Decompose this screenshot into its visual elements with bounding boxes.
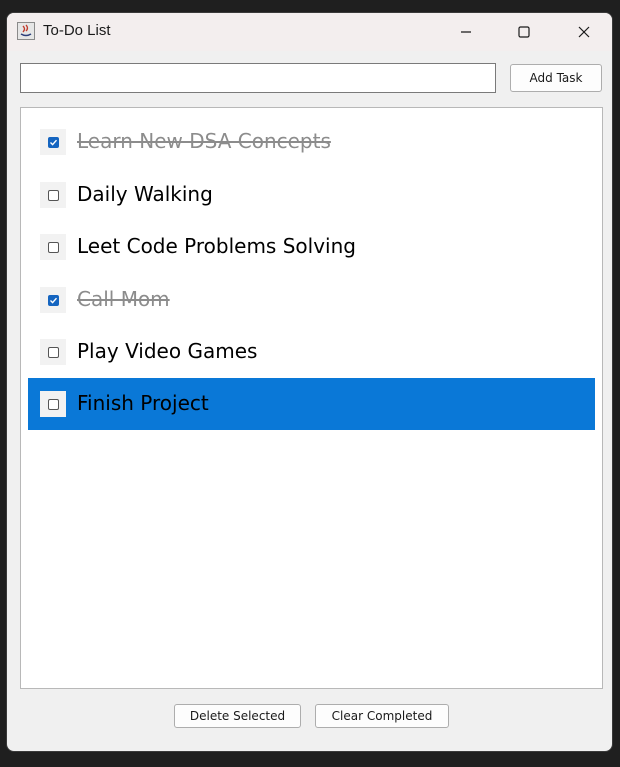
task-label: Daily Walking [77, 182, 213, 206]
close-icon [578, 26, 590, 38]
checkbox-checked-icon [47, 136, 59, 148]
minimize-button[interactable] [443, 13, 489, 51]
task-label: Call Mom [77, 287, 170, 311]
task-checkbox[interactable] [40, 339, 66, 365]
task-checkbox[interactable] [40, 391, 66, 417]
task-label: Finish Project [77, 391, 209, 415]
minimize-icon [461, 31, 471, 33]
title-bar[interactable]: To-Do List [7, 13, 612, 51]
todo-window: To-Do List Add Task Learn New DSA Concep… [6, 12, 613, 752]
task-label: Leet Code Problems Solving [77, 234, 356, 258]
checkbox-unchecked-icon [47, 241, 59, 253]
checkbox-unchecked-icon [47, 346, 59, 358]
task-item-selected[interactable]: Finish Project [28, 378, 595, 430]
maximize-button[interactable] [501, 13, 547, 51]
task-checkbox[interactable] [40, 129, 66, 155]
add-task-button[interactable]: Add Task [510, 64, 602, 92]
task-input[interactable] [20, 63, 496, 93]
checkbox-unchecked-icon [47, 398, 59, 410]
clear-completed-button[interactable]: Clear Completed [315, 704, 449, 728]
checkbox-checked-icon [47, 294, 59, 306]
task-checkbox[interactable] [40, 182, 66, 208]
task-item[interactable]: Learn New DSA Concepts [28, 116, 595, 168]
close-button[interactable] [561, 13, 607, 51]
window-title: To-Do List [43, 22, 111, 39]
java-icon [17, 22, 35, 40]
task-item[interactable]: Play Video Games [28, 326, 595, 378]
delete-selected-button[interactable]: Delete Selected [174, 704, 301, 728]
task-item[interactable]: Call Mom [28, 274, 595, 326]
maximize-icon [518, 26, 530, 38]
task-label: Play Video Games [77, 339, 258, 363]
task-checkbox[interactable] [40, 287, 66, 313]
task-item[interactable]: Daily Walking [28, 169, 595, 221]
checkbox-unchecked-icon [47, 189, 59, 201]
task-label: Learn New DSA Concepts [77, 129, 331, 153]
task-list[interactable]: Learn New DSA Concepts Daily Walking Lee… [20, 107, 603, 689]
task-item[interactable]: Leet Code Problems Solving [28, 221, 595, 273]
task-checkbox[interactable] [40, 234, 66, 260]
